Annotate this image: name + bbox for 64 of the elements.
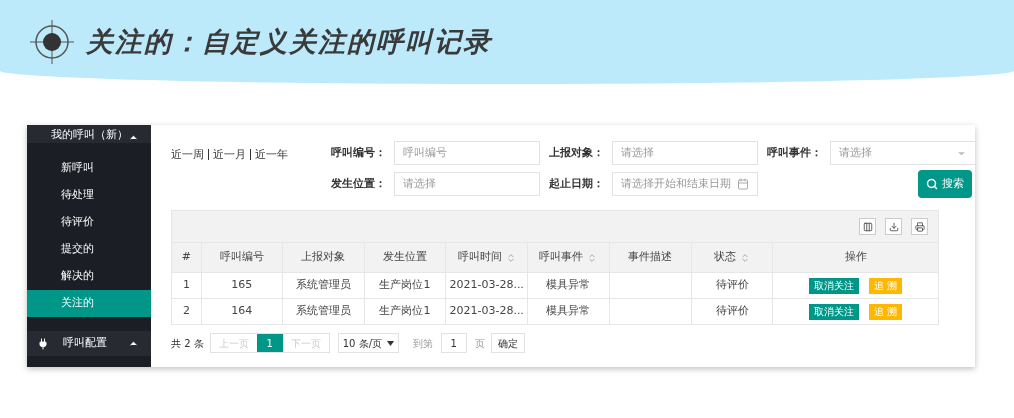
page-size-select[interactable]: 10 条/页 bbox=[337, 333, 399, 353]
table-cell: 模具异常 bbox=[546, 303, 591, 320]
sort-icon bbox=[740, 252, 750, 263]
total-count: 共 2 条 bbox=[171, 336, 204, 351]
sort-icon bbox=[505, 252, 516, 263]
sidebar-item[interactable]: 关注的 bbox=[27, 290, 151, 317]
column-header: 上报对象 bbox=[282, 243, 365, 272]
column-header[interactable]: 呼叫时间 bbox=[446, 243, 529, 272]
sidebar-group[interactable]: 我的呼叫（新） bbox=[27, 125, 151, 143]
crosshair-icon bbox=[30, 20, 74, 64]
export-button[interactable] bbox=[885, 218, 902, 235]
page-input[interactable]: 1 bbox=[440, 333, 467, 353]
table-cell: 1 bbox=[182, 277, 190, 294]
page-title: 关注的：自定义关注的呼叫记录 bbox=[86, 24, 492, 59]
column-header: 发生位置 bbox=[364, 243, 447, 272]
column-header: 事件描述 bbox=[609, 243, 692, 272]
table-cell: 2021-03-28... bbox=[449, 303, 524, 320]
table-cell: 待评价 bbox=[715, 277, 749, 294]
goto-label: 到第 bbox=[412, 336, 433, 351]
range-link[interactable]: 近一月 bbox=[213, 147, 246, 164]
table-cell: 待评价 bbox=[715, 303, 749, 320]
search-button[interactable]: 搜索 bbox=[918, 170, 972, 198]
page-unit: 页 bbox=[474, 336, 485, 351]
range-link[interactable]: 近一周 bbox=[171, 147, 204, 164]
table-cell: 生产岗位1 bbox=[379, 277, 431, 294]
unfollow-button[interactable]: 取消关注 bbox=[809, 277, 860, 294]
columns-button[interactable] bbox=[859, 218, 876, 235]
unfollow-button[interactable]: 取消关注 bbox=[809, 303, 860, 320]
sidebar-group[interactable]: 呼叫配置 bbox=[27, 331, 151, 356]
field-label: 呼叫事件： bbox=[766, 144, 822, 161]
sidebar-item[interactable]: 新呼叫 bbox=[27, 155, 151, 182]
table-cell: 模具异常 bbox=[546, 277, 591, 294]
column-header[interactable]: 状态 bbox=[691, 243, 774, 272]
table-cell: 系统管理员 bbox=[295, 303, 351, 320]
table-cell: 2 bbox=[182, 303, 190, 320]
sidebar-item[interactable]: 待评价 bbox=[27, 209, 151, 236]
field-label: 起止日期： bbox=[548, 175, 604, 192]
column-header[interactable]: 呼叫事件 bbox=[528, 243, 610, 272]
field-label: 发生位置： bbox=[330, 175, 386, 192]
sort-icon bbox=[587, 252, 598, 263]
column-header: 呼叫编号 bbox=[201, 243, 283, 272]
table-cell: 生产岗位1 bbox=[379, 303, 431, 320]
column-header: # bbox=[172, 243, 202, 272]
page-button[interactable]: 1 bbox=[256, 334, 283, 352]
plug-icon bbox=[37, 337, 49, 350]
columns-icon bbox=[862, 221, 873, 232]
table-cell: 2021-03-28... bbox=[449, 277, 524, 294]
table-cell: 系统管理员 bbox=[295, 277, 351, 294]
print-icon bbox=[914, 221, 925, 232]
sidebar-item[interactable]: 待处理 bbox=[27, 182, 151, 209]
table-cell: 164 bbox=[231, 303, 253, 320]
field-label: 呼叫编号： bbox=[330, 144, 386, 161]
range-link[interactable]: 近一年 bbox=[255, 147, 288, 164]
print-button[interactable] bbox=[911, 218, 928, 235]
sidebar-item[interactable]: 解决的 bbox=[27, 263, 151, 290]
confirm-button[interactable]: 确定 bbox=[490, 333, 525, 353]
table-cell: 165 bbox=[231, 277, 253, 294]
sidebar-item[interactable]: 提交的 bbox=[27, 236, 151, 263]
search-icon bbox=[926, 178, 938, 190]
dropdown-icon bbox=[386, 340, 394, 346]
column-header: 操作 bbox=[843, 249, 868, 266]
field-label: 上报对象： bbox=[548, 144, 604, 161]
calendar-icon bbox=[737, 178, 749, 190]
export-icon bbox=[888, 221, 899, 232]
